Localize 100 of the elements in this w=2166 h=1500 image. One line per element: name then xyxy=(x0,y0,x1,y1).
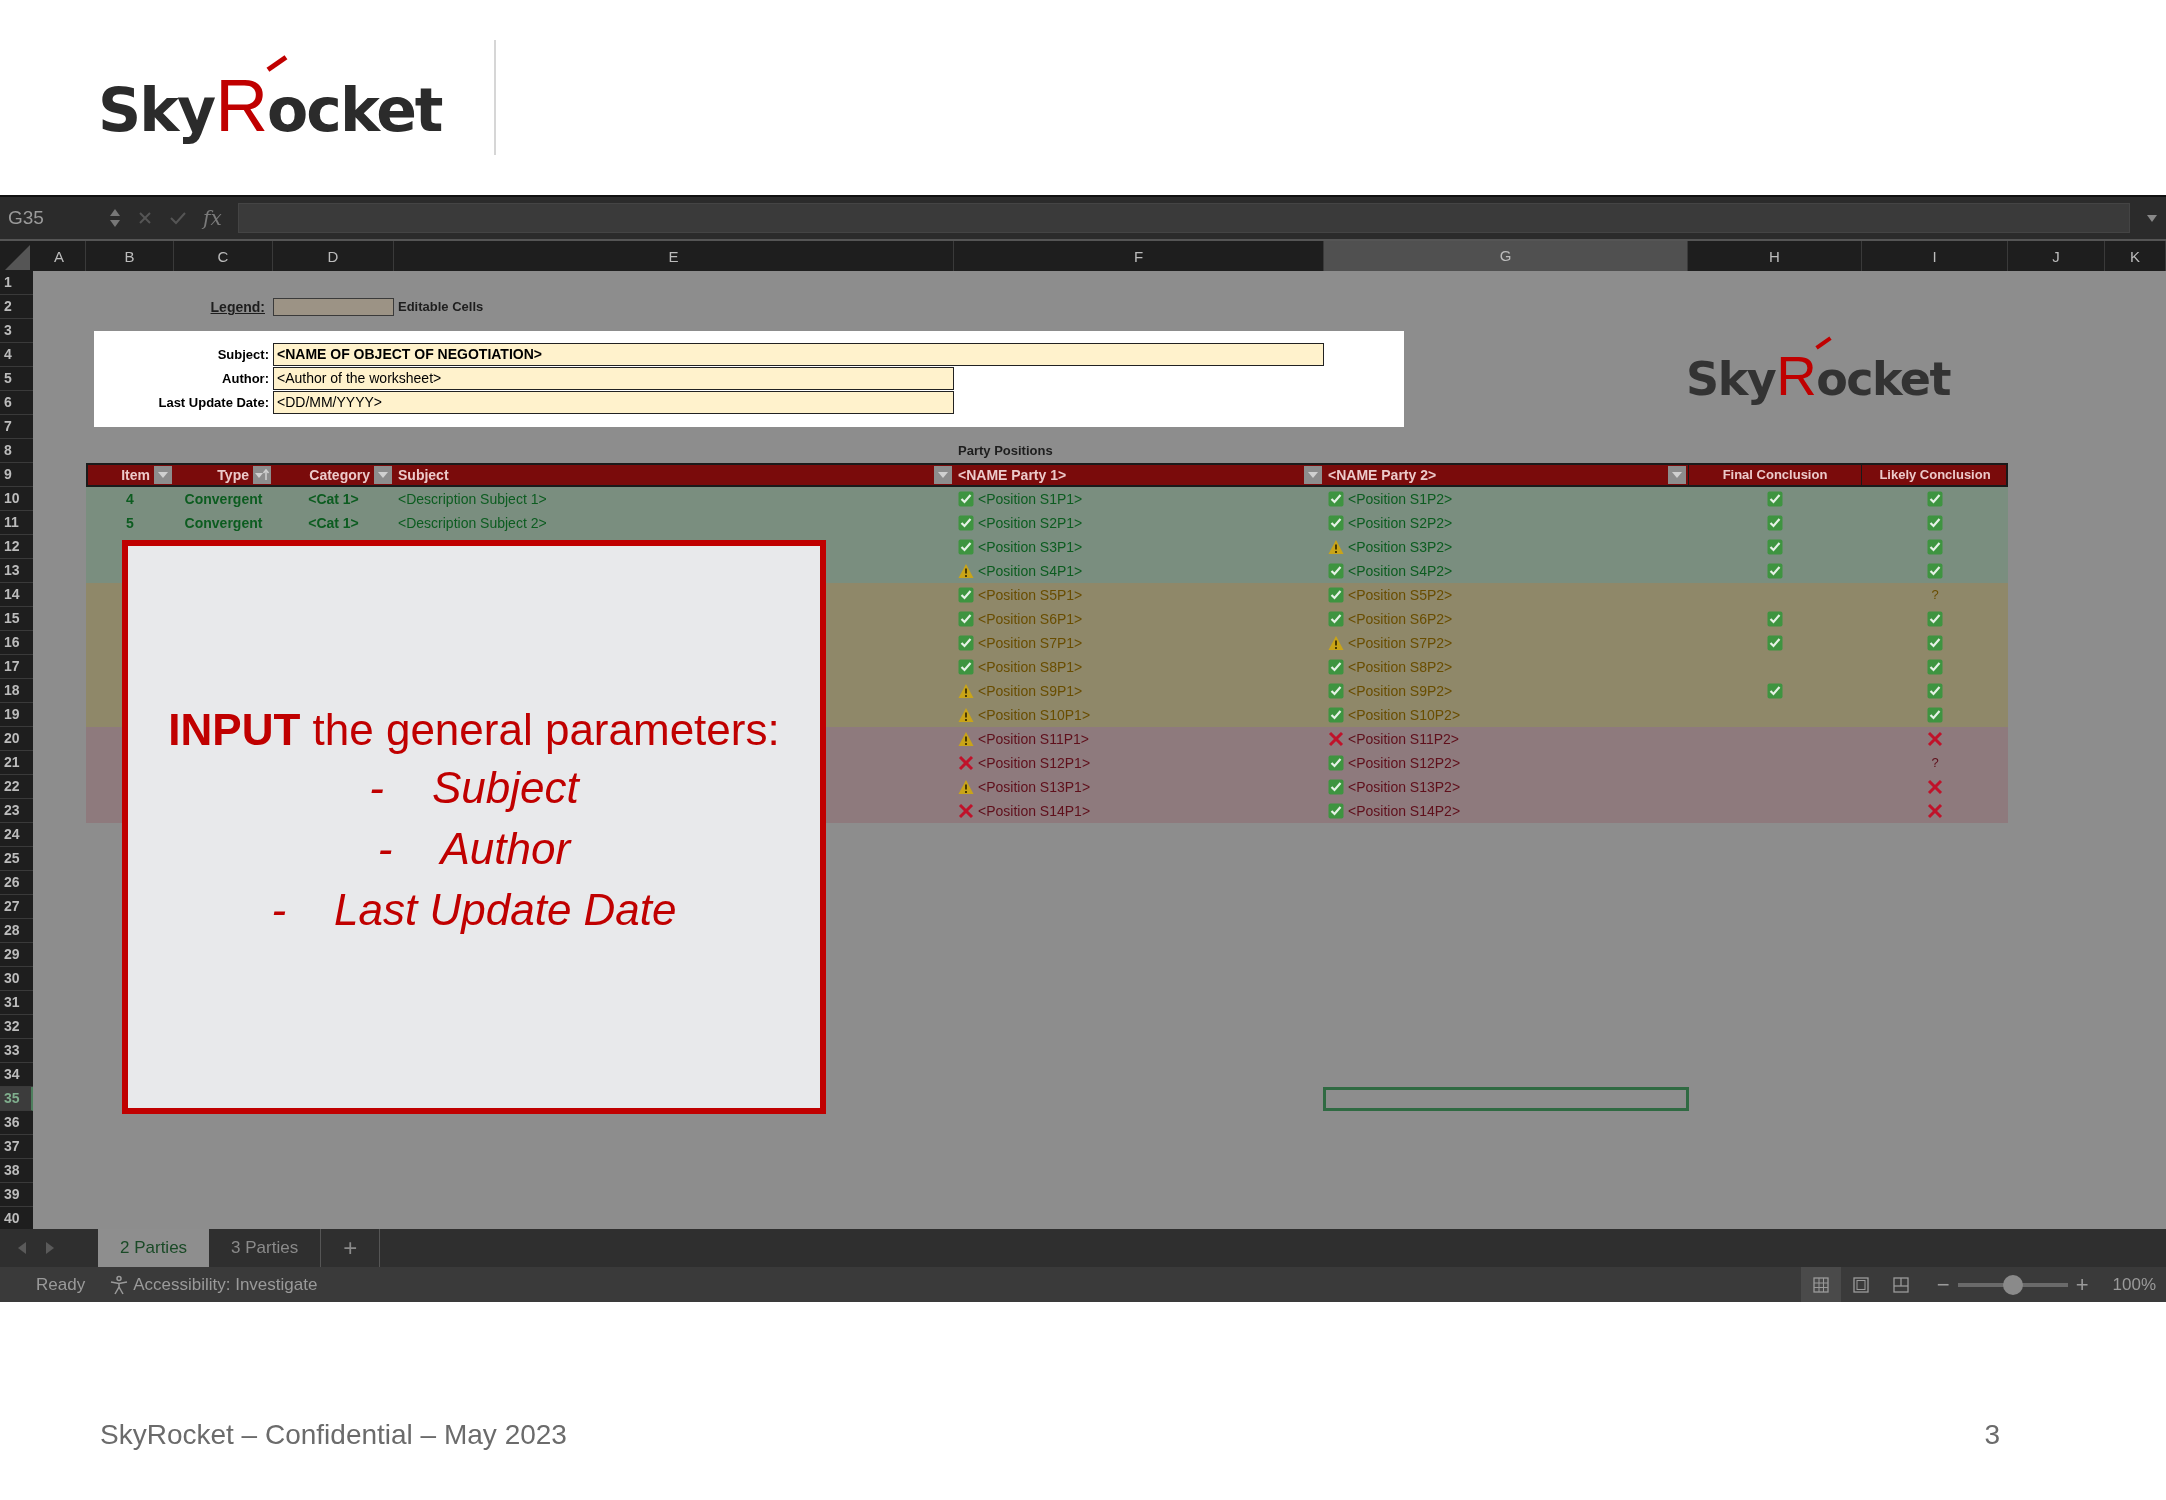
row-header[interactable]: 28 xyxy=(0,919,33,943)
row-header[interactable]: 20 xyxy=(0,727,33,751)
row-header[interactable]: 7 xyxy=(0,415,33,439)
row-header[interactable]: 40 xyxy=(0,1207,33,1229)
row-header[interactable]: 22 xyxy=(0,775,33,799)
row-header[interactable]: 18 xyxy=(0,679,33,703)
row-header[interactable]: 12 xyxy=(0,535,33,559)
input-field[interactable]: <NAME OF OBJECT OF NEGOTIATION> xyxy=(273,343,1324,366)
row-header[interactable]: 1 xyxy=(0,271,33,295)
table-cell-text: 4 xyxy=(125,490,135,509)
callout-heading: INPUT the general parameters: xyxy=(167,704,781,756)
zoom-level[interactable]: 100% xyxy=(2112,1271,2156,1298)
stepper-icon[interactable] xyxy=(109,207,121,229)
row-header[interactable]: 10 xyxy=(0,487,33,511)
formula-field[interactable] xyxy=(237,203,2130,233)
position-text: <Position S13P1> xyxy=(978,778,1091,797)
row-header[interactable]: 39 xyxy=(0,1183,33,1207)
row-header[interactable]: 26 xyxy=(0,871,33,895)
position-text: <Position S8P2> xyxy=(1348,658,1453,677)
zoom-out-button[interactable]: − xyxy=(1936,1268,1950,1301)
logo: SkyRocket xyxy=(1686,329,1950,405)
conclusion-text: ? xyxy=(1931,754,1939,772)
row-header[interactable]: 30 xyxy=(0,967,33,991)
position-text: <Position S1P2> xyxy=(1348,490,1453,509)
row-header[interactable]: 33 xyxy=(0,1039,33,1063)
enter-icon[interactable] xyxy=(169,210,187,226)
accessibility-icon[interactable] xyxy=(109,1274,130,1295)
row-header[interactable]: 25 xyxy=(0,847,33,871)
input-field[interactable]: <DD/MM/YYYY> xyxy=(273,391,954,414)
cross-icon xyxy=(958,755,974,771)
position-text: <Position S14P2> xyxy=(1348,802,1461,821)
row-header[interactable]: 3 xyxy=(0,319,33,343)
row-header[interactable]: 16 xyxy=(0,631,33,655)
page-number: 3 xyxy=(1984,1418,2000,1452)
filter-button[interactable] xyxy=(154,466,172,484)
column-label: Type xyxy=(217,466,249,485)
cross-icon xyxy=(958,803,974,819)
position-text: <Position S6P1> xyxy=(978,610,1083,629)
zoom-in-button[interactable]: + xyxy=(2075,1268,2089,1301)
slider-thumb[interactable] xyxy=(2002,1274,2023,1295)
sort-button[interactable] xyxy=(253,466,271,484)
position-text: <Position S9P1> xyxy=(978,682,1083,701)
row-header[interactable]: 4 xyxy=(0,343,33,367)
row-header[interactable]: 6 xyxy=(0,391,33,415)
row-header[interactable]: 32 xyxy=(0,1015,33,1039)
cross-icon xyxy=(1328,731,1344,747)
warning-icon xyxy=(958,731,974,747)
row-header[interactable]: 24 xyxy=(0,823,33,847)
sort-icon xyxy=(254,467,270,483)
column-label: <NAME Party 1> xyxy=(957,466,1067,485)
row-header[interactable]: 21 xyxy=(0,751,33,775)
caret-icon[interactable] xyxy=(2146,213,2158,223)
filter-button[interactable] xyxy=(374,466,392,484)
position-text: <Position S10P1> xyxy=(978,706,1091,725)
field-label: Author: xyxy=(221,370,270,388)
page-icon xyxy=(1851,1275,1870,1294)
row-header[interactable]: 35 xyxy=(0,1087,33,1111)
row-header[interactable]: 15 xyxy=(0,607,33,631)
position-text: <Position S6P2> xyxy=(1348,610,1453,629)
filter-button[interactable] xyxy=(1304,466,1322,484)
row-header[interactable]: 19 xyxy=(0,703,33,727)
position-text: <Position S13P2> xyxy=(1348,778,1461,797)
row-header[interactable]: 36 xyxy=(0,1111,33,1135)
row-header[interactable]: 34 xyxy=(0,1063,33,1087)
row-header[interactable]: 2 xyxy=(0,295,33,319)
accessibility-status[interactable]: Accessibility: Investigate xyxy=(133,1271,318,1298)
warning-icon xyxy=(958,683,974,699)
row-header[interactable]: 14 xyxy=(0,583,33,607)
column-header[interactable]: G xyxy=(1324,241,1688,273)
column-label: Item xyxy=(121,466,150,485)
filter-button[interactable] xyxy=(1668,466,1686,484)
previous-sheet-icon[interactable] xyxy=(16,1241,28,1255)
column-label: Category xyxy=(309,466,370,485)
row-header[interactable]: 11 xyxy=(0,511,33,535)
row-header[interactable]: 38 xyxy=(0,1159,33,1183)
page-break-icon xyxy=(1891,1275,1910,1294)
column-label: <NAME Party 2> xyxy=(1327,466,1437,485)
row-header[interactable]: 13 xyxy=(0,559,33,583)
row-header[interactable]: 27 xyxy=(0,895,33,919)
bullet-dash: - xyxy=(271,883,287,936)
row-header[interactable]: 37 xyxy=(0,1135,33,1159)
table-cell-text: <Description Subject 2> xyxy=(397,514,548,533)
input-field[interactable]: <Author of the worksheet> xyxy=(273,367,954,390)
row-header[interactable]: 17 xyxy=(0,655,33,679)
row-header[interactable]: 9 xyxy=(0,463,33,487)
filter-button[interactable] xyxy=(934,466,952,484)
normal-view-button[interactable] xyxy=(1800,1267,1841,1302)
column-label: Likely Conclusion xyxy=(1879,466,1991,484)
name-box[interactable]: G35 xyxy=(8,203,93,233)
sheet-tab[interactable]: 3 Parties xyxy=(209,1229,321,1267)
footer-text: SkyRocket – Confidential – May 2023 xyxy=(100,1418,567,1452)
row-header[interactable]: 31 xyxy=(0,991,33,1015)
column-label: Final Conclusion xyxy=(1722,466,1828,484)
position-text: <Position S11P2> xyxy=(1348,730,1460,749)
row-header[interactable]: 23 xyxy=(0,799,33,823)
row-header[interactable]: 5 xyxy=(0,367,33,391)
next-sheet-icon[interactable] xyxy=(44,1241,56,1255)
row-header[interactable]: 8 xyxy=(0,439,33,463)
cancel-icon[interactable] xyxy=(137,210,153,226)
row-header[interactable]: 29 xyxy=(0,943,33,967)
